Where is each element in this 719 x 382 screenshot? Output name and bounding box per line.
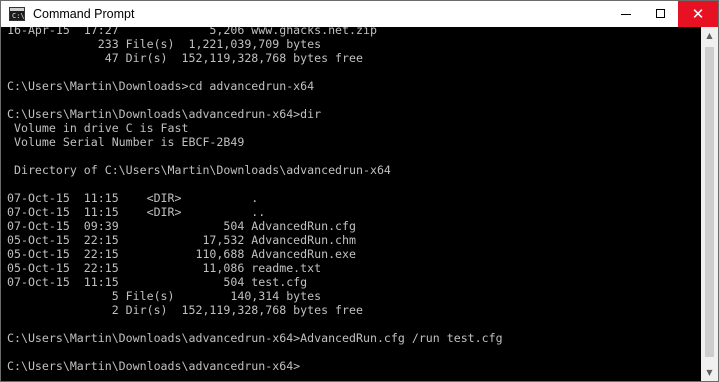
console-output[interactable]: 16-Apr-15 17:27 5,206 www.ghacks.net.zip… <box>1 27 701 381</box>
command-prompt-window: C:\ Command Prompt ✕ 16-Apr-15 17:27 5,2… <box>0 0 719 382</box>
minimize-button[interactable] <box>608 1 643 27</box>
console-line: C:\Users\Martin\Downloads\advancedrun-x6… <box>7 359 301 373</box>
title-bar[interactable]: C:\ Command Prompt ✕ <box>1 1 718 27</box>
console-lines: 16-Apr-15 17:27 5,206 www.ghacks.net.zip… <box>7 27 503 373</box>
minimize-icon <box>621 14 631 15</box>
console-line: 233 File(s) 1,221,039,709 bytes <box>7 37 322 51</box>
console-line: 07-Oct-15 11:15 <DIR> .. <box>7 205 266 219</box>
cmd-app-icon[interactable]: C:\ <box>9 7 25 21</box>
scroll-down-arrow-icon[interactable]: ▼ <box>701 364 718 381</box>
console-line: 07-Oct-15 11:15 <DIR> . <box>7 191 259 205</box>
console-line: Volume Serial Number is EBCF-2B49 <box>7 135 245 149</box>
close-icon: ✕ <box>691 5 705 23</box>
maximize-button[interactable] <box>643 1 678 27</box>
close-button[interactable]: ✕ <box>678 1 718 27</box>
console-line: 16-Apr-15 17:27 5,206 www.ghacks.net.zip <box>7 27 377 37</box>
scrollbar-thumb[interactable] <box>705 47 714 357</box>
window-title: Command Prompt <box>33 7 135 21</box>
console-line: 05-Oct-15 22:15 11,086 readme.txt <box>7 261 322 275</box>
console-line: C:\Users\Martin\Downloads\advancedrun-x6… <box>7 107 322 121</box>
console-line: 5 File(s) 140,314 bytes <box>7 289 322 303</box>
console-line: 05-Oct-15 22:15 17,532 AdvancedRun.chm <box>7 233 357 247</box>
console-line: 05-Oct-15 22:15 110,688 AdvancedRun.exe <box>7 247 357 261</box>
console-line: 07-Oct-15 09:39 504 AdvancedRun.cfg <box>7 219 357 233</box>
console-line: C:\Users\Martin\Downloads\advancedrun-x6… <box>7 331 503 345</box>
console-line: 2 Dir(s) 152,119,328,768 bytes free <box>7 303 363 317</box>
cmd-icon-glyph: C:\ <box>12 12 25 20</box>
console-line: 07-Oct-15 11:15 504 test.cfg <box>7 275 308 289</box>
console-line: Directory of C:\Users\Martin\Downloads\a… <box>7 163 391 177</box>
scroll-up-arrow-icon[interactable]: ▲ <box>701 27 718 44</box>
console-line: 47 Dir(s) 152,119,328,768 bytes free <box>7 51 363 65</box>
console-line: Volume in drive C is Fast <box>7 121 189 135</box>
vertical-scrollbar[interactable]: ▲ ▼ <box>701 27 718 381</box>
console-line: C:\Users\Martin\Downloads>cd advancedrun… <box>7 79 315 93</box>
maximize-icon <box>656 9 665 18</box>
